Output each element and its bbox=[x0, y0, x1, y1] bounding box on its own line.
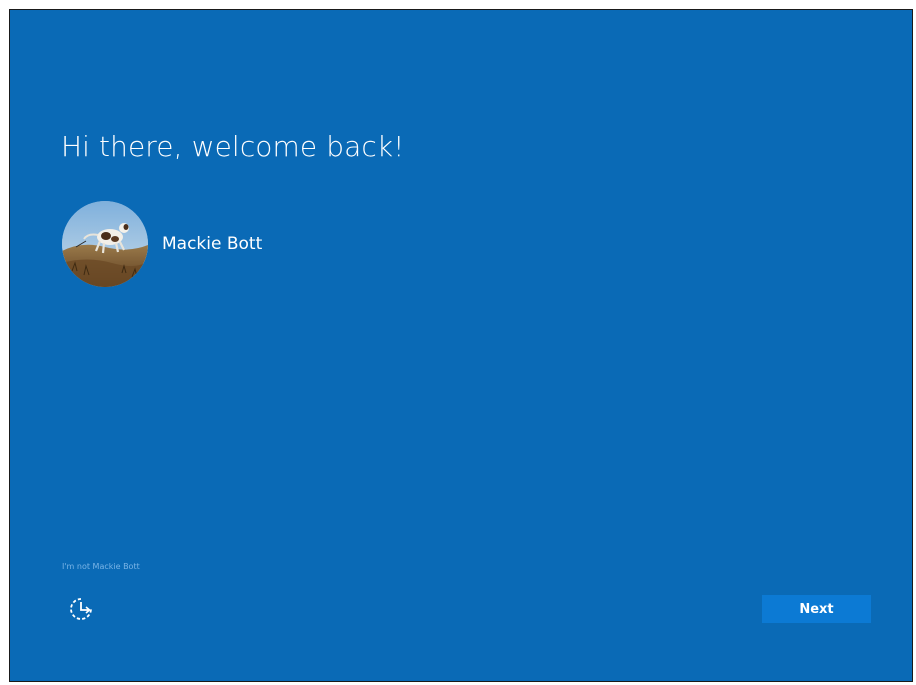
page-title: Hi there, welcome back! bbox=[61, 130, 405, 163]
user-avatar bbox=[62, 201, 148, 287]
next-button[interactable]: Next bbox=[762, 595, 871, 623]
avatar-photo bbox=[62, 201, 148, 287]
user-tile: Mackie Bott bbox=[62, 200, 262, 288]
ease-of-access-icon bbox=[70, 598, 92, 620]
user-name[interactable]: Mackie Bott bbox=[162, 234, 262, 254]
oobe-welcome-screen: Hi there, welcome back! Mackie Bott I'm … bbox=[9, 9, 913, 682]
ease-of-access-button[interactable] bbox=[68, 596, 94, 622]
not-user-link[interactable]: I'm not Mackie Bott bbox=[62, 562, 140, 571]
